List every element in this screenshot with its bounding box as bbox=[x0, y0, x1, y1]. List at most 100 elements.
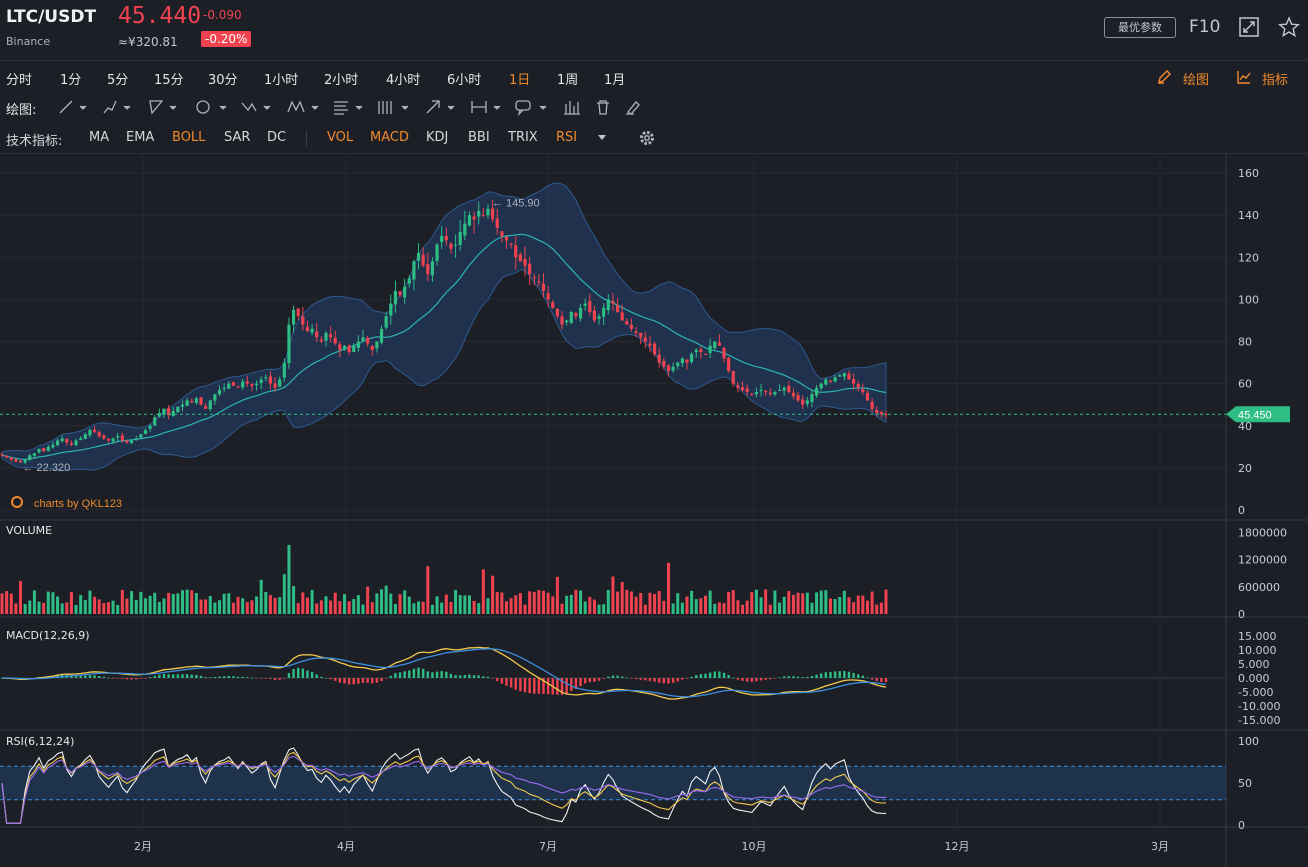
ind-dc[interactable]: DC bbox=[267, 130, 286, 145]
macd-histogram-bar bbox=[269, 678, 272, 679]
ind-sar[interactable]: SAR bbox=[224, 130, 250, 145]
tf-4h[interactable]: 4小时 bbox=[386, 69, 420, 88]
candle-body bbox=[838, 375, 842, 377]
volume-bar bbox=[782, 596, 786, 614]
trash-icon[interactable] bbox=[597, 100, 609, 115]
volume-panel-title: VOLUME bbox=[6, 524, 52, 537]
tf-1d[interactable]: 1日 bbox=[509, 69, 530, 88]
circle-tool-icon[interactable] bbox=[196, 100, 227, 114]
tf-1mo[interactable]: 1月 bbox=[604, 69, 625, 88]
cny-price: ≈¥320.81 bbox=[118, 35, 178, 49]
macd-histogram-bar bbox=[523, 678, 527, 693]
gear-icon[interactable] bbox=[638, 129, 656, 147]
candle-body bbox=[176, 406, 180, 413]
volume-bar bbox=[838, 597, 842, 614]
tf-30m[interactable]: 30分 bbox=[208, 69, 238, 88]
tf-1h[interactable]: 1小时 bbox=[264, 69, 298, 88]
candle-body bbox=[106, 438, 111, 441]
volume-bar bbox=[356, 595, 360, 614]
tf-15m[interactable]: 15分 bbox=[154, 69, 184, 88]
tf-2h[interactable]: 2小时 bbox=[324, 69, 358, 88]
optimal-params-button[interactable]: 最优参数 bbox=[1104, 17, 1176, 38]
volume-bar bbox=[361, 604, 365, 614]
ind-macd[interactable]: MACD bbox=[370, 130, 409, 145]
macd-histogram-bar bbox=[176, 674, 180, 678]
tf-fenshi[interactable]: 分时 bbox=[6, 69, 32, 88]
cross-tool-icon[interactable] bbox=[241, 102, 271, 112]
eraser-icon[interactable] bbox=[626, 101, 640, 115]
draw-pen-icon[interactable] bbox=[1156, 69, 1172, 85]
volume-bar bbox=[467, 595, 471, 614]
comment-tool-icon[interactable] bbox=[515, 100, 547, 116]
macd-histogram-bar bbox=[690, 676, 693, 678]
volume-bar bbox=[56, 596, 60, 614]
indicator-chart-icon[interactable] bbox=[1236, 69, 1252, 85]
volume-bar bbox=[583, 601, 587, 614]
candle-body bbox=[430, 261, 435, 276]
macd-histogram-bar bbox=[185, 674, 189, 678]
rsi-series bbox=[0, 747, 1226, 824]
tf-1m[interactable]: 1分 bbox=[60, 69, 81, 88]
ind-rsi[interactable]: RSI bbox=[556, 130, 577, 145]
volume-bar bbox=[171, 593, 175, 614]
macd-histogram-bar bbox=[144, 678, 147, 679]
fib-tool-icon[interactable] bbox=[334, 101, 363, 115]
indicator-menu-button[interactable]: 指标 bbox=[1262, 69, 1288, 88]
candle-body bbox=[37, 448, 41, 453]
arrow-tool-icon[interactable] bbox=[426, 100, 455, 114]
f10-button[interactable]: F10 bbox=[1189, 17, 1220, 37]
ind-ma[interactable]: MA bbox=[89, 130, 109, 145]
indicator-dropdown-icon[interactable] bbox=[597, 134, 607, 142]
macd-histogram-bar bbox=[505, 678, 508, 686]
volume-bar bbox=[597, 604, 601, 614]
volume-tick-label: 1200000 bbox=[1238, 554, 1287, 567]
ind-vol[interactable]: VOL bbox=[327, 130, 353, 145]
volume-bar bbox=[0, 593, 4, 614]
macd-histogram-bar bbox=[685, 678, 689, 679]
candle-body bbox=[194, 398, 198, 404]
volume-bar bbox=[722, 603, 726, 614]
volume-bar bbox=[167, 592, 171, 614]
macd-series bbox=[0, 646, 1226, 700]
macd-histogram-bar bbox=[371, 678, 374, 684]
volume-bar bbox=[273, 597, 277, 614]
candle-body bbox=[111, 438, 115, 442]
expand-icon[interactable] bbox=[1238, 16, 1260, 38]
macd-histogram-bar bbox=[218, 676, 221, 678]
bars-icon[interactable] bbox=[564, 101, 580, 115]
pattern-tool-icon[interactable] bbox=[287, 100, 319, 113]
draw-menu-button[interactable]: 绘图 bbox=[1183, 69, 1209, 88]
volume-bar bbox=[310, 589, 314, 614]
candle-body bbox=[185, 400, 189, 406]
candle-body bbox=[685, 359, 689, 363]
candle-body bbox=[606, 299, 610, 311]
candle-body bbox=[764, 390, 768, 393]
angle-tool-icon[interactable] bbox=[149, 100, 177, 115]
volume-bar bbox=[301, 592, 305, 614]
tf-6h[interactable]: 6小时 bbox=[447, 69, 481, 88]
volume-bar bbox=[819, 590, 823, 614]
ind-boll[interactable]: BOLL bbox=[172, 130, 205, 145]
volume-bar bbox=[569, 594, 573, 614]
ind-trix[interactable]: TRIX bbox=[508, 130, 538, 145]
macd-histogram-bar bbox=[440, 671, 443, 678]
ind-kdj[interactable]: KDJ bbox=[426, 130, 448, 145]
volume-bar bbox=[551, 596, 555, 614]
x-tick-label: 7月 bbox=[539, 840, 557, 853]
parallel-tool-icon[interactable] bbox=[378, 101, 409, 114]
candle-body bbox=[171, 411, 175, 416]
volume-bar bbox=[616, 591, 620, 614]
pen-tool-icon[interactable] bbox=[103, 100, 131, 114]
tf-5m[interactable]: 5分 bbox=[107, 69, 128, 88]
ind-bbi[interactable]: BBI bbox=[468, 130, 490, 145]
star-icon[interactable] bbox=[1278, 16, 1300, 38]
macd-histogram-bar bbox=[565, 678, 568, 694]
volume-bar bbox=[93, 596, 97, 614]
macd-histogram-bar bbox=[514, 678, 517, 690]
tf-1w[interactable]: 1周 bbox=[557, 69, 578, 88]
volume-bar bbox=[537, 590, 541, 614]
chart-area[interactable]: 45.450← 145.90← 22.320 2月 4月 7月 10月 12月 3月160… bbox=[0, 153, 1308, 867]
line-tool-icon[interactable] bbox=[59, 100, 87, 114]
range-tool-icon[interactable] bbox=[471, 101, 501, 113]
ind-ema[interactable]: EMA bbox=[126, 130, 154, 145]
